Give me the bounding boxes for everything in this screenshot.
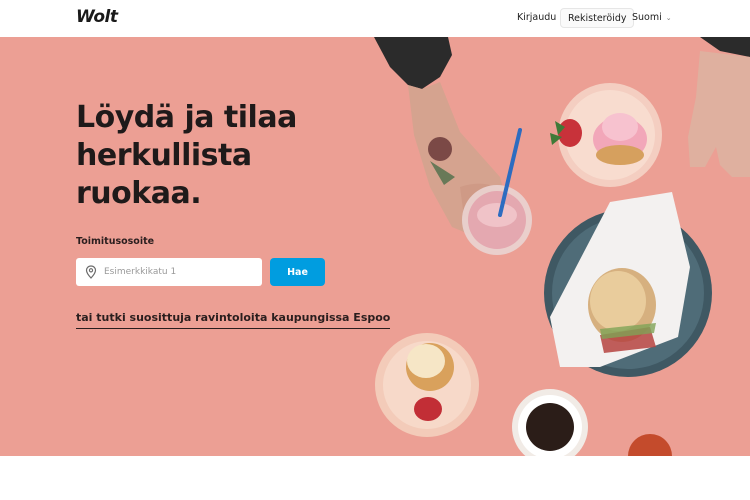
- top-header: Wolt Kirjaudu Rekisteröidy Suomi ⌄: [0, 0, 750, 37]
- language-selector[interactable]: Suomi ⌄: [627, 8, 677, 28]
- address-input[interactable]: [104, 258, 254, 286]
- wolt-logo[interactable]: Wolt: [76, 7, 118, 27]
- language-label: Suomi: [632, 12, 662, 23]
- chevron-down-icon: ⌄: [665, 14, 672, 22]
- location-pin-icon: [85, 265, 97, 279]
- headline-line-3: ruokaa.: [76, 176, 202, 211]
- register-button[interactable]: Rekisteröidy: [560, 8, 635, 28]
- food-photo: [374, 37, 750, 456]
- headline-line-1: Löydä ja tilaa: [76, 100, 297, 135]
- footer: [0, 456, 750, 500]
- address-field[interactable]: [76, 258, 262, 286]
- search-button[interactable]: Hae: [270, 258, 325, 286]
- explore-restaurants-link[interactable]: tai tutki suosittuja ravintoloita kaupun…: [76, 311, 391, 329]
- hero-section: Löydä ja tilaa herkullista ruokaa. Toimi…: [0, 37, 750, 456]
- hero-headline: Löydä ja tilaa herkullista ruokaa.: [76, 99, 366, 213]
- address-label: Toimitusosoite: [76, 236, 155, 247]
- login-button[interactable]: Kirjaudu: [510, 8, 563, 28]
- headline-line-2: herkullista: [76, 138, 252, 173]
